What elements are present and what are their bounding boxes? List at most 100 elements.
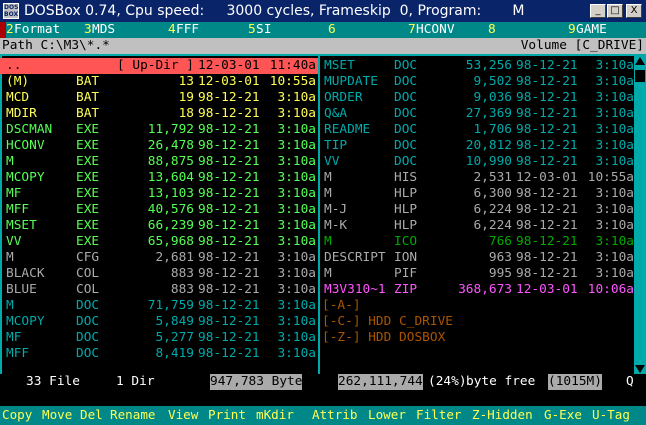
file-date: 98-12-21 (198, 218, 260, 233)
file-row[interactable]: M-J HLP 6,224 98-12-21 3:10a (320, 202, 634, 218)
file-row[interactable]: VV EXE 65,968 98-12-21 3:10a (2, 234, 316, 250)
file-size: 1,706 (473, 122, 512, 137)
file-row[interactable]: Q&A DOC 27,369 98-12-21 3:10a (320, 106, 634, 122)
file-row[interactable]: TIP DOC 20,812 98-12-21 3:10a (320, 138, 634, 154)
file-ext: COL (76, 266, 100, 281)
dosbox-app-icon[interactable]: DOS BOX (3, 3, 19, 19)
file-row[interactable]: .. [ Up-Dir ] 12-03-01 11:40a (2, 58, 316, 74)
fkey-8[interactable]: 8 (488, 22, 496, 38)
file-row[interactable]: (M) BAT 13 12-03-01 10:55a (2, 74, 316, 90)
file-date: 98-12-21 (516, 154, 578, 169)
file-name: MSET (324, 58, 355, 73)
file-row[interactable]: VV DOC 10,990 98-12-21 3:10a (320, 154, 634, 170)
file-row[interactable]: BLUE COL 883 98-12-21 3:10a (2, 282, 316, 298)
file-row[interactable]: DSCMAN EXE 11,792 98-12-21 3:10a (2, 122, 316, 138)
file-name: README (324, 122, 371, 137)
file-row[interactable]: README DOC 1,706 98-12-21 3:10a (320, 122, 634, 138)
close-button[interactable]: X (626, 4, 642, 18)
dos-screen[interactable]: 2 Format 3 MDS 4 FFF 5 SI 6 7 HCONV 8 9 GAME P… (0, 22, 646, 425)
file-date: 98-12-21 (516, 122, 578, 137)
cmd-delete[interactable]: Del (80, 407, 103, 423)
fkey-6-num: 6 (328, 22, 336, 37)
file-size: 66,239 (147, 218, 194, 233)
cmd-copy[interactable]: Copy (2, 407, 32, 423)
file-row[interactable]: BLACK COL 883 98-12-21 3:10a (2, 266, 316, 282)
file-row[interactable]: MDIR BAT 18 98-12-21 3:10a (2, 106, 316, 122)
scroll-down-arrow-icon[interactable] (634, 364, 646, 374)
file-row[interactable]: ORDER DOC 9,036 98-12-21 3:10a (320, 90, 634, 106)
scroll-up-arrow-icon[interactable] (634, 56, 646, 66)
fkey-7[interactable]: 7 HCONV (408, 22, 455, 38)
cmd-move[interactable]: Move (42, 407, 72, 423)
file-size: 766 (488, 234, 512, 249)
maximize-button[interactable]: □ (607, 4, 623, 18)
cmd-u-tag[interactable]: U-Tag (592, 407, 630, 423)
file-name: M (6, 154, 14, 169)
file-ext: PIF (394, 266, 418, 281)
file-time: 3:10a (277, 234, 316, 249)
file-row[interactable]: MF DOC 5,277 98-12-21 3:10a (2, 330, 316, 346)
cmd-rename[interactable]: Rename (110, 407, 156, 423)
fkey-4[interactable]: 4 FFF (168, 22, 199, 38)
minimize-button[interactable]: _ (590, 4, 606, 18)
file-name: M3V310~1 (324, 282, 386, 297)
cmd-lower[interactable]: Lower (368, 407, 406, 423)
file-row[interactable]: MSET EXE 66,239 98-12-21 3:10a (2, 218, 316, 234)
cmd-print[interactable]: Print (208, 407, 246, 423)
file-time: 3:10a (277, 106, 316, 121)
title-bar[interactable]: DOS BOX DOSBox 0.74, Cpu speed: 3000 cyc… (0, 0, 646, 22)
fkey-9[interactable]: 9 GAME (568, 22, 607, 38)
drive-c[interactable]: [-C-] HDD C_DRIVE (322, 314, 453, 330)
cmd-g-exe[interactable]: G-Exe (544, 407, 582, 423)
fkey-3[interactable]: 3 MDS (84, 22, 115, 38)
file-row[interactable]: M CFG 2,681 98-12-21 3:10a (2, 250, 316, 266)
file-name: BLACK (6, 266, 45, 281)
fkey-6[interactable]: 6 (328, 22, 336, 38)
file-row[interactable]: MFF DOC 8,419 98-12-21 3:10a (2, 346, 316, 362)
file-name: M (6, 298, 14, 313)
cmd-attrib[interactable]: Attrib (312, 407, 358, 423)
file-row[interactable]: MCOPY EXE 13,604 98-12-21 3:10a (2, 170, 316, 186)
scrollbar[interactable] (634, 56, 646, 374)
file-row[interactable]: M PIF 995 98-12-21 3:10a (320, 266, 634, 282)
file-row[interactable]: MF EXE 13,103 98-12-21 3:10a (2, 186, 316, 202)
file-row[interactable]: MSET DOC 53,256 98-12-21 3:10a (320, 58, 634, 74)
file-row[interactable]: M HLP 6,300 98-12-21 3:10a (320, 186, 634, 202)
volume-label: Volume [C_DRIVE] (520, 38, 644, 53)
file-row[interactable]: M-K HLP 6,224 98-12-21 3:10a (320, 218, 634, 234)
file-row[interactable]: M DOC 71,759 98-12-21 3:10a (2, 298, 316, 314)
file-name: MFF (6, 346, 30, 361)
drive-z[interactable]: [-Z-] HDD DOSBOX (322, 330, 445, 346)
file-row[interactable]: M ICO 766 98-12-21 3:10a (320, 234, 634, 250)
drive-a[interactable]: [-A-] (322, 298, 361, 314)
file-date: 98-12-21 (198, 122, 260, 137)
scroll-thumb[interactable] (635, 70, 645, 82)
file-date: 98-12-21 (516, 234, 578, 249)
file-row[interactable]: DESCRIPT ION 963 98-12-21 3:10a (320, 250, 634, 266)
file-row[interactable]: M HIS 2,531 12-03-01 10:55a (320, 170, 634, 186)
file-time: 3:10a (277, 330, 316, 345)
file-ext: EXE (76, 186, 100, 201)
file-ext: BAT (76, 106, 100, 121)
file-ext: DOC (76, 330, 100, 345)
fkey-5[interactable]: 5 SI (248, 22, 271, 38)
file-date: 12-03-01 (198, 58, 260, 73)
cmd-mkdir[interactable]: mKdir (256, 407, 294, 423)
file-ext: ZIP (394, 282, 418, 297)
file-time: 3:10a (277, 154, 316, 169)
file-row[interactable]: M3V310~1 ZIP 368,673 12-03-01 10:06a (320, 282, 634, 298)
file-row[interactable]: MFF EXE 40,576 98-12-21 3:10a (2, 202, 316, 218)
file-row[interactable]: MCD BAT 19 98-12-21 3:10a (2, 90, 316, 106)
file-row[interactable]: M EXE 88,875 98-12-21 3:10a (2, 154, 316, 170)
file-ext: EXE (76, 122, 100, 137)
cmd-view[interactable]: View (168, 407, 198, 423)
file-row[interactable]: HCONV EXE 26,478 98-12-21 3:10a (2, 138, 316, 154)
file-size: 18 (178, 106, 194, 121)
file-row[interactable]: MCOPY DOC 5,849 98-12-21 3:10a (2, 314, 316, 330)
file-time: 3:10a (277, 314, 316, 329)
file-name: M (324, 170, 332, 185)
file-row[interactable]: MUPDATE DOC 9,502 98-12-21 3:10a (320, 74, 634, 90)
cmd-filter[interactable]: Filter (416, 407, 462, 423)
status-line: 33 File 1 Dir 947,783 Byte 262,111,744 (… (0, 374, 646, 390)
cmd-z-hidden[interactable]: Z-Hidden (472, 407, 533, 423)
